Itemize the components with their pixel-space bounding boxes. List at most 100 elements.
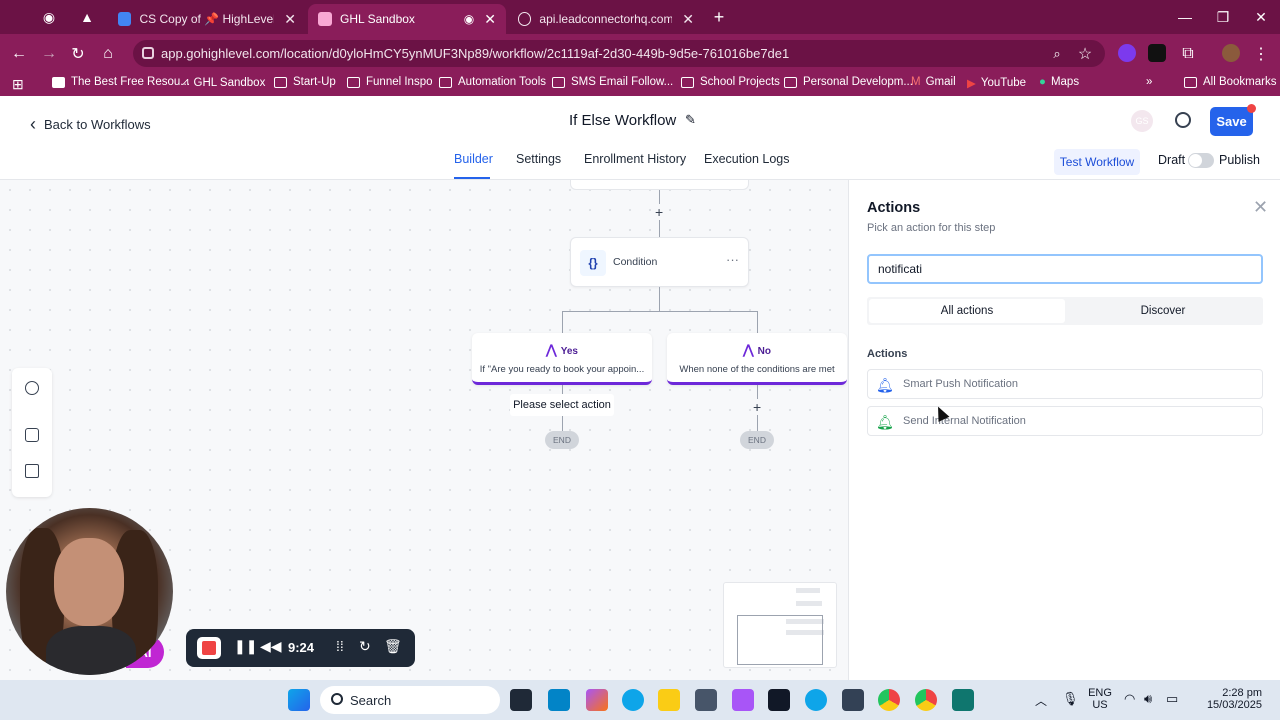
bookmark-item[interactable]: The Best Free Resou... xyxy=(52,76,190,88)
tab-settings[interactable]: Settings xyxy=(516,152,561,166)
bookmark-item[interactable]: Funnel Inspo xyxy=(347,76,433,88)
trash-icon[interactable]: 🗑 xyxy=(384,638,402,655)
close-window-icon[interactable]: ✕ xyxy=(1242,0,1280,34)
bookmark-item[interactable]: School Projects xyxy=(681,76,780,88)
edge-icon[interactable] xyxy=(622,689,644,711)
calculator-icon[interactable] xyxy=(842,689,864,711)
test-workflow-button[interactable]: Test Workflow xyxy=(1054,149,1140,175)
system-clock[interactable]: 2:28 pm 15/03/2025 xyxy=(1190,687,1262,711)
history-clock-icon[interactable] xyxy=(1175,112,1191,128)
save-button[interactable]: Save xyxy=(1210,107,1253,136)
show-hidden-icons[interactable]: ︿ xyxy=(1035,692,1047,709)
browser-tab-3[interactable]: api.leadconnectorhq.com/widg ✕ xyxy=(508,4,704,34)
bookmarks-bar: ⊞ The Best Free Resou... ⩘ GHL Sandbox St… xyxy=(0,72,1280,96)
chrome-profile-icon[interactable] xyxy=(915,689,937,711)
widgets-icon[interactable] xyxy=(548,689,570,711)
extensions-puzzle-icon[interactable]: ⧉ xyxy=(1177,43,1199,65)
bookmark-item[interactable]: M Gmail xyxy=(911,76,956,88)
add-step-plus-icon[interactable]: + xyxy=(753,399,762,415)
url-field[interactable]: app.gohighlevel.com/location/d0yloHmCY5y… xyxy=(133,40,1105,67)
pause-icon[interactable]: ❚❚ xyxy=(234,638,257,655)
chrome-icon[interactable] xyxy=(878,689,900,711)
back-arrow-icon[interactable]: ← xyxy=(8,43,30,65)
battery-icon[interactable]: ▭ xyxy=(1166,691,1178,707)
file-explorer-icon[interactable] xyxy=(658,689,680,711)
bookmark-star-icon[interactable]: ☆ xyxy=(1074,43,1096,65)
no-branch-node[interactable]: ⋀ No When none of the conditions are met xyxy=(667,333,847,385)
volume-icon[interactable]: 🔊︎ xyxy=(1144,691,1152,707)
tab-enrollment-history[interactable]: Enrollment History xyxy=(584,152,686,166)
bookmark-item[interactable]: Personal Developm... xyxy=(784,76,913,88)
extension-icon[interactable] xyxy=(1118,44,1136,62)
app-icon[interactable] xyxy=(952,689,974,711)
bookmark-item[interactable]: Start-Up xyxy=(274,76,336,88)
avatar[interactable]: GS xyxy=(1131,110,1153,132)
forward-arrow-icon[interactable]: → xyxy=(38,43,60,65)
rewind-icon[interactable]: ◀◀ xyxy=(260,638,282,655)
tab-builder[interactable]: Builder xyxy=(454,152,493,166)
action-smart-push-notification[interactable]: 🔔︎ Smart Push Notification xyxy=(867,369,1263,399)
browser-tab-1[interactable]: CS Copy of 📌 HighLevel Autom ✕ xyxy=(108,4,306,34)
maximize-icon[interactable]: ❐ xyxy=(1204,0,1242,34)
microphone-icon[interactable]: 🎙︎ xyxy=(1062,691,1079,707)
add-step-plus-icon[interactable]: + xyxy=(655,204,664,220)
record-icon[interactable]: ◉ xyxy=(34,0,64,34)
all-bookmarks[interactable]: All Bookmarks xyxy=(1184,76,1277,88)
browser-tab-2[interactable]: GHL Sandbox ◉ ✕ xyxy=(308,4,506,34)
task-view-icon[interactable] xyxy=(510,689,532,711)
back-to-workflows-link[interactable]: ‹ Back to Workflows xyxy=(30,114,151,135)
bookmark-item[interactable]: Automation Tools xyxy=(439,76,546,88)
bookmark-item[interactable]: ⩘ GHL Sandbox xyxy=(182,76,265,89)
bookmark-item[interactable]: ● Maps xyxy=(1039,76,1079,88)
copilot-icon[interactable] xyxy=(586,689,608,711)
grid-icon[interactable]: ⁞⁞ xyxy=(336,638,344,654)
camera-icon[interactable] xyxy=(695,689,717,711)
publish-toggle[interactable] xyxy=(1188,153,1214,168)
pie-chart-icon[interactable] xyxy=(25,381,39,395)
more-options-icon[interactable]: ··· xyxy=(726,252,739,267)
tab-discover[interactable]: Discover xyxy=(1065,299,1261,323)
unsaved-indicator xyxy=(1247,104,1256,113)
zoom-icon[interactable]: ⌕ xyxy=(1046,43,1068,65)
action-send-internal-notification[interactable]: 🔔︎ Send Internal Notification xyxy=(867,406,1263,436)
comment-icon[interactable] xyxy=(25,428,39,442)
minimize-icon[interactable]: — xyxy=(1166,0,1204,34)
note-icon[interactable] xyxy=(25,464,39,478)
more-bookmarks-icon[interactable]: » xyxy=(1146,76,1152,88)
stop-recording-button[interactable] xyxy=(197,637,221,659)
menu-kebab-icon[interactable]: ⋮ xyxy=(1250,43,1272,65)
restart-icon[interactable]: ↻ xyxy=(359,638,371,655)
reload-icon[interactable]: ↻ xyxy=(67,43,89,65)
bookmark-item[interactable]: ▶ YouTube xyxy=(967,76,1026,90)
wifi-icon[interactable]: ◠ xyxy=(1124,691,1135,707)
branch-description: If "Are you ready to book your appoin... xyxy=(479,364,645,375)
tab-all-actions[interactable]: All actions xyxy=(869,299,1065,323)
snipping-tool-icon[interactable] xyxy=(732,689,754,711)
bookmark-item[interactable]: SMS Email Follow... xyxy=(552,76,673,88)
new-tab-icon[interactable]: + xyxy=(700,0,738,34)
profile-avatar[interactable] xyxy=(1222,44,1240,62)
yes-branch-node[interactable]: ⋀ Yes If "Are you ready to book your appo… xyxy=(472,333,652,385)
close-tab-icon[interactable]: ✕ xyxy=(672,11,694,28)
language-indicator[interactable]: ENG US xyxy=(1088,687,1112,711)
tab-execution-logs[interactable]: Execution Logs xyxy=(704,152,789,166)
app-icon[interactable] xyxy=(768,689,790,711)
minimap-viewport[interactable] xyxy=(737,615,823,665)
edit-pencil-icon[interactable]: ✎ xyxy=(685,112,696,128)
drive-icon[interactable]: ▲ xyxy=(72,0,102,34)
home-icon[interactable]: ⌂ xyxy=(97,43,119,65)
action-search-input[interactable] xyxy=(867,254,1263,284)
skype-icon[interactable] xyxy=(805,689,827,711)
select-action-placeholder[interactable]: Please select action xyxy=(510,394,614,416)
site-info-icon[interactable] xyxy=(142,47,154,59)
close-tab-icon[interactable]: ✕ xyxy=(274,11,296,28)
close-tab-icon[interactable]: ✕ xyxy=(474,11,496,28)
canvas-minimap[interactable] xyxy=(723,582,837,668)
apps-grid-icon[interactable]: ⊞ xyxy=(12,76,24,93)
close-icon[interactable]: ✕ xyxy=(1253,197,1268,218)
previous-step-node[interactable] xyxy=(570,180,749,190)
condition-node[interactable]: {} Condition ··· xyxy=(570,237,749,287)
taskbar-search[interactable]: Search xyxy=(320,686,500,714)
windows-start-icon[interactable] xyxy=(288,689,310,711)
extension-icon[interactable] xyxy=(1148,44,1166,62)
